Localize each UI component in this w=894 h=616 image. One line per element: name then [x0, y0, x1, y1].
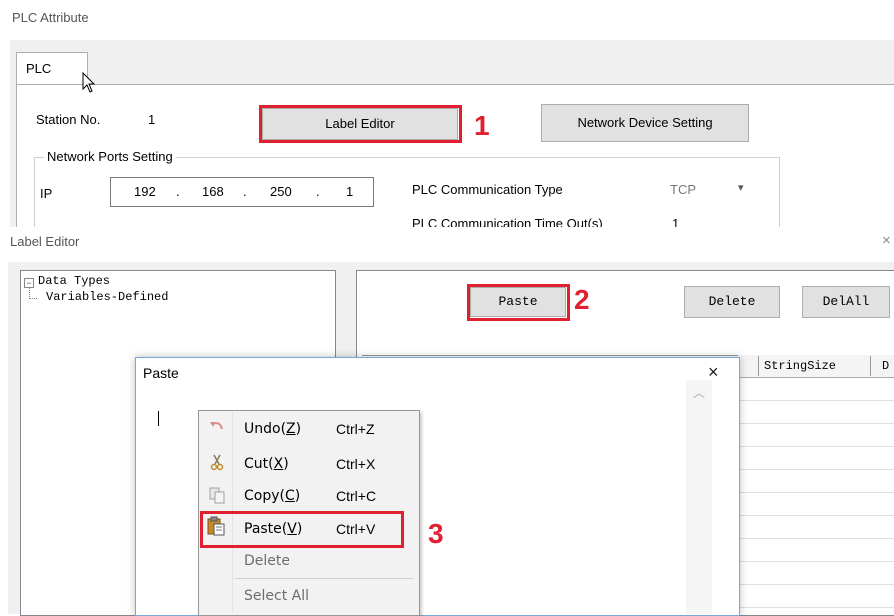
menu-label-select-all: Select All	[244, 588, 309, 604]
grid-row-line	[738, 423, 894, 424]
vertical-scrollbar[interactable]	[686, 380, 712, 614]
ip-dot: .	[316, 184, 320, 199]
callout-2-highlight	[467, 284, 570, 321]
delete-button[interactable]: Delete	[684, 286, 780, 318]
ip-segment-4: 1	[346, 184, 354, 199]
cut-icon	[210, 454, 224, 471]
menu-item-undo[interactable]	[200, 414, 416, 444]
text-caret	[158, 411, 159, 426]
column-header-d[interactable]: D	[882, 359, 889, 373]
paste-dialog-title: Paste	[143, 365, 179, 381]
column-header-stringsize[interactable]: StringSize	[764, 359, 836, 373]
grid-row-line	[738, 492, 894, 493]
delall-button[interactable]: DelAll	[802, 286, 890, 318]
undo-icon	[210, 422, 223, 430]
chevron-down-icon: ▾	[738, 182, 744, 194]
grid-row-line	[738, 561, 894, 562]
timeout-value: 1	[672, 216, 680, 227]
callout-3-number: 3	[428, 518, 444, 549]
callout-1-highlight	[259, 105, 462, 143]
callout-1-number: 1	[474, 110, 490, 141]
ip-label: IP	[40, 186, 53, 201]
tree-connector	[29, 288, 37, 299]
plc-window-title: PLC Attribute	[12, 10, 89, 25]
grid-row-line	[738, 469, 894, 470]
scroll-up-icon[interactable]: ︿	[693, 384, 705, 401]
menu-label-undo: Undo(Z)	[244, 421, 302, 437]
comm-type-label: PLC Communication Type	[412, 182, 563, 197]
comm-type-value: TCP	[670, 182, 696, 197]
menu-item-delete[interactable]	[200, 547, 416, 577]
menu-shortcut-copy: Ctrl+C	[336, 488, 377, 504]
menu-label-delete: Delete	[244, 553, 290, 569]
label-editor-title: Label Editor	[10, 234, 80, 249]
ip-segment-1: 192	[134, 184, 156, 199]
station-no-value: 1	[148, 112, 156, 127]
tab-plc-label: PLC	[26, 61, 52, 76]
network-ports-group-label: Network Ports Setting	[44, 149, 176, 164]
menu-item-copy[interactable]	[200, 481, 416, 511]
grid-row-line	[738, 538, 894, 539]
menu-shortcut-undo: Ctrl+Z	[336, 421, 375, 437]
menu-label-copy: Copy(C)	[244, 488, 301, 504]
ip-segment-3: 250	[270, 184, 292, 199]
menu-separator	[235, 578, 413, 579]
mouse-cursor-icon	[82, 72, 96, 93]
callout-3-highlight	[200, 511, 404, 548]
menu-label-cut: Cut(X)	[244, 456, 289, 472]
grid-row-line	[738, 446, 894, 447]
tree-node-variables-defined[interactable]: Variables-Defined	[46, 290, 168, 304]
ip-segment-2: 168	[202, 184, 224, 199]
grid-column-divider	[758, 356, 759, 376]
close-icon[interactable]: ×	[882, 232, 891, 249]
ip-dot: .	[176, 184, 180, 199]
ip-dot: .	[243, 184, 247, 199]
menu-shortcut-cut: Ctrl+X	[336, 456, 376, 472]
tree-node-data-types[interactable]: Data Types	[38, 274, 110, 288]
grid-column-divider	[870, 356, 871, 376]
grid-row-line	[738, 400, 894, 401]
menu-item-cut[interactable]	[200, 449, 416, 479]
grid-row-line	[738, 607, 894, 608]
grid-row-line	[738, 515, 894, 516]
network-device-setting-button[interactable]: Network Device Setting	[541, 104, 749, 142]
grid-row-line	[738, 584, 894, 585]
station-no-label: Station No.	[36, 112, 101, 127]
collapse-icon[interactable]: −	[24, 278, 34, 288]
copy-icon	[209, 487, 225, 504]
callout-2-number: 2	[574, 284, 590, 315]
timeout-label: PLC Communication Time Out(s)	[412, 216, 603, 227]
